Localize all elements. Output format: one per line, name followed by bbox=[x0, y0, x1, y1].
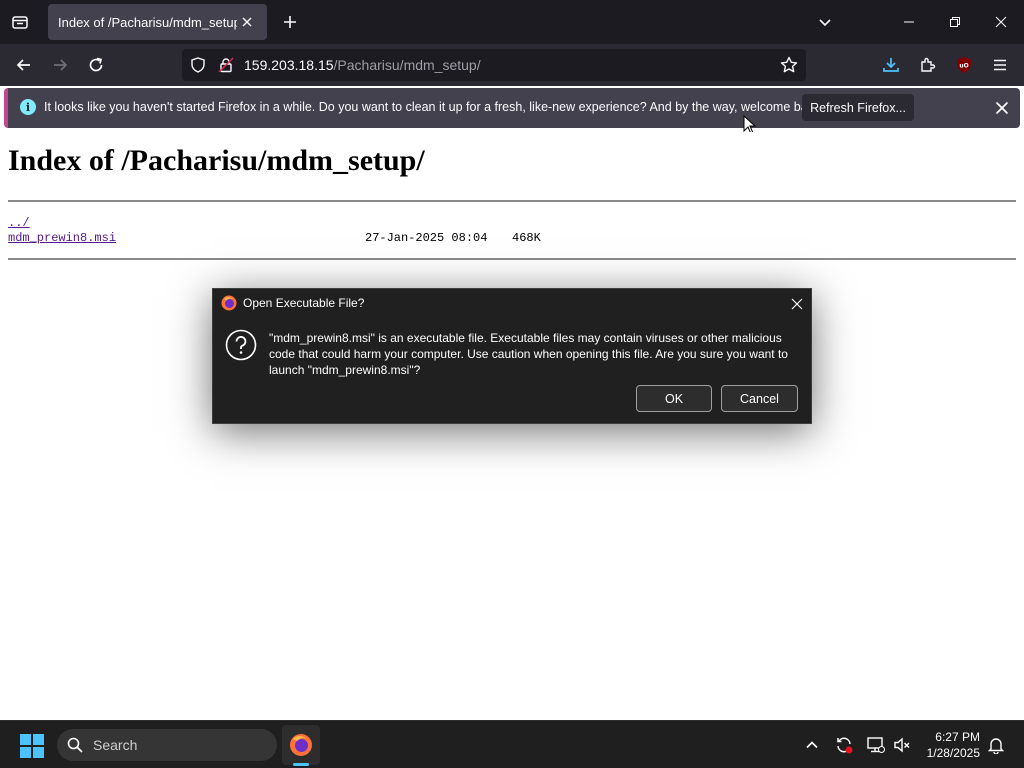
notification-bell-icon[interactable] bbox=[986, 735, 1006, 755]
close-window-button[interactable] bbox=[978, 0, 1024, 44]
url-bar[interactable]: 159.203.18.15/Pacharisu/mdm_setup/ bbox=[182, 49, 806, 81]
cancel-button[interactable]: Cancel bbox=[721, 385, 798, 412]
parent-directory-link[interactable]: ../ bbox=[8, 216, 30, 230]
tab-strip: Index of /Pacharisu/mdm_setup/ bbox=[0, 0, 1024, 44]
shield-icon[interactable] bbox=[190, 57, 206, 78]
menu-hamburger-icon[interactable] bbox=[986, 52, 1014, 78]
divider-top bbox=[8, 200, 1016, 202]
dialog-close-icon[interactable] bbox=[785, 293, 809, 315]
tab-title: Index of /Pacharisu/mdm_setup/ bbox=[58, 14, 237, 30]
svg-text:uO: uO bbox=[959, 63, 968, 70]
minimize-button[interactable] bbox=[886, 0, 932, 44]
clock-time: 6:27 PM bbox=[935, 730, 980, 744]
listing-row-file: mdm_prewin8.msi bbox=[8, 231, 116, 245]
forward-button[interactable] bbox=[46, 52, 74, 78]
tab-close-icon[interactable] bbox=[237, 12, 257, 32]
lock-icon[interactable] bbox=[218, 57, 234, 78]
info-icon: i bbox=[20, 99, 36, 115]
notification-message: It looks like you haven't started Firefo… bbox=[44, 100, 824, 114]
dialog-title: Open Executable File? bbox=[243, 296, 365, 310]
notification-close-icon[interactable] bbox=[991, 97, 1013, 119]
refresh-firefox-button[interactable]: Refresh Firefox... bbox=[802, 94, 914, 121]
navigation-toolbar: 159.203.18.15/Pacharisu/mdm_setup/ uO bbox=[0, 44, 1024, 86]
file-link[interactable]: mdm_prewin8.msi bbox=[8, 231, 116, 245]
active-app-indicator bbox=[293, 763, 309, 766]
chevron-down-icon[interactable] bbox=[813, 10, 837, 34]
system-clock[interactable]: 6:27 PM 1/28/2025 bbox=[908, 729, 980, 761]
taskbar: Search 6:27 PM 1/28/2025 bbox=[0, 720, 1024, 768]
url-text: 159.203.18.15/Pacharisu/mdm_setup/ bbox=[244, 57, 481, 73]
question-icon bbox=[225, 329, 257, 361]
open-executable-dialog: Open Executable File? "mdm_prewin8.msi" … bbox=[212, 288, 812, 424]
ok-button[interactable]: OK bbox=[636, 385, 712, 412]
url-host: 159.203.18.15 bbox=[244, 57, 334, 73]
chevron-up-icon[interactable] bbox=[802, 735, 822, 755]
tab-list-icon[interactable] bbox=[8, 10, 32, 34]
page-content: Index of /Pacharisu/mdm_setup/ ../ mdm_p… bbox=[0, 132, 1024, 720]
new-tab-button[interactable] bbox=[278, 10, 302, 34]
reload-button[interactable] bbox=[82, 52, 110, 78]
firefox-icon bbox=[290, 734, 312, 756]
clock-date: 1/28/2025 bbox=[926, 746, 980, 760]
windows-start-icon[interactable] bbox=[20, 734, 44, 758]
network-icon[interactable] bbox=[866, 735, 886, 755]
page-title: Index of /Pacharisu/mdm_setup/ bbox=[8, 144, 425, 177]
restore-button[interactable] bbox=[932, 0, 978, 44]
dialog-message: "mdm_prewin8.msi" is an executable file.… bbox=[269, 331, 788, 377]
file-size: 468K bbox=[512, 231, 541, 245]
extensions-icon[interactable] bbox=[914, 52, 942, 78]
back-button[interactable] bbox=[10, 52, 38, 78]
refresh-firefox-notification: i It looks like you haven't started Fire… bbox=[4, 88, 1020, 128]
bookmark-star-icon[interactable] bbox=[780, 56, 798, 79]
file-date: 27-Jan-2025 08:04 bbox=[365, 231, 488, 245]
sync-icon[interactable] bbox=[834, 735, 854, 755]
search-placeholder: Search bbox=[93, 737, 138, 753]
firefox-logo-icon bbox=[221, 295, 237, 311]
taskbar-firefox[interactable] bbox=[282, 725, 320, 765]
active-tab[interactable]: Index of /Pacharisu/mdm_setup/ bbox=[48, 4, 267, 40]
url-path: /Pacharisu/mdm_setup/ bbox=[333, 57, 481, 73]
ublock-origin-icon[interactable]: uO bbox=[950, 52, 978, 78]
taskbar-search[interactable]: Search bbox=[57, 729, 277, 761]
search-icon bbox=[67, 737, 83, 753]
downloads-icon[interactable] bbox=[877, 52, 905, 78]
divider-bottom bbox=[8, 258, 1016, 260]
listing-row-parent: ../ bbox=[8, 216, 30, 230]
